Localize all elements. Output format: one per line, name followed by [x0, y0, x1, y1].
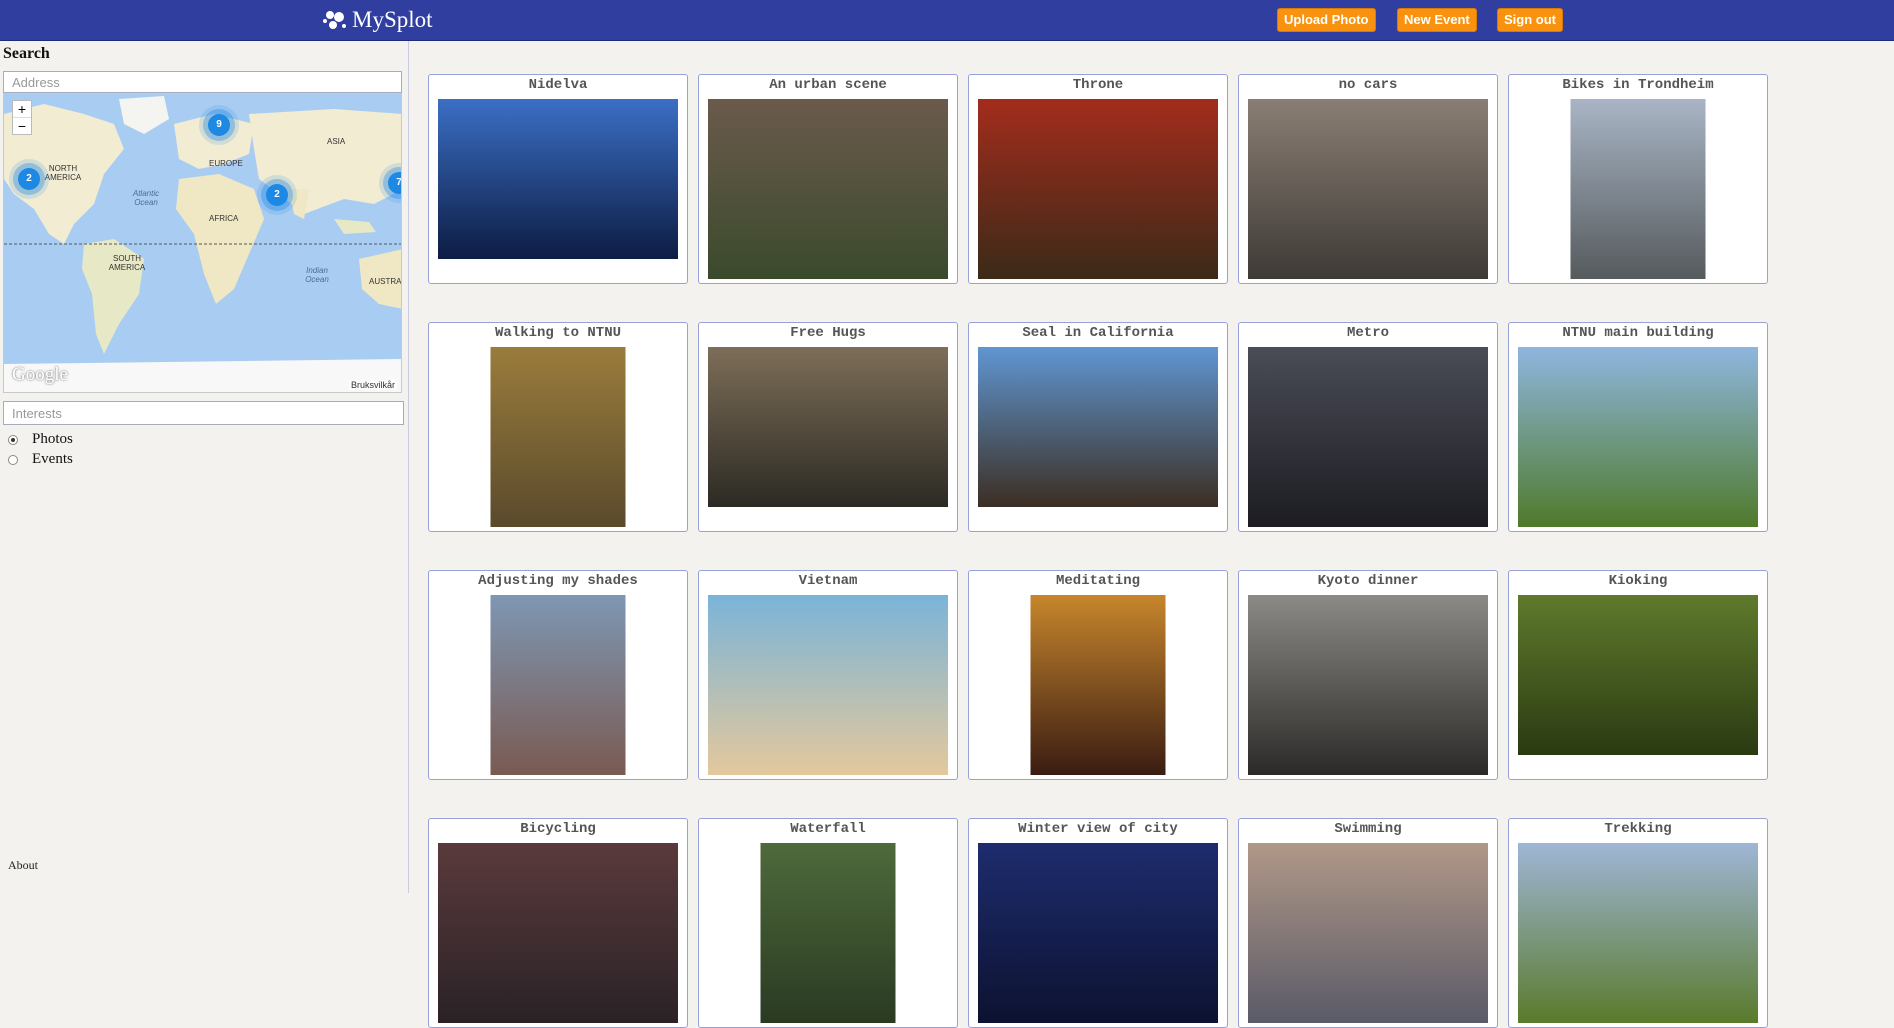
photo-thumbnail[interactable]: [1518, 595, 1758, 755]
brand-logo[interactable]: MySplot: [322, 6, 433, 34]
photo-title: Free Hugs: [790, 325, 866, 341]
photo-card[interactable]: Vietnam: [698, 570, 958, 780]
map-zoom-control: + −: [12, 100, 32, 135]
world-map[interactable]: + − NORTH AMERICA EUROPE ASIA AFRICA SOU…: [3, 93, 402, 393]
photo-thumbnail[interactable]: [490, 595, 626, 775]
label-europe: EUROPE: [209, 159, 243, 168]
photo-thumbnail[interactable]: [1248, 347, 1488, 527]
photo-thumbnail[interactable]: [1518, 347, 1758, 527]
photo-card[interactable]: Kioking: [1508, 570, 1768, 780]
photo-card[interactable]: Free Hugs: [698, 322, 958, 532]
new-event-button[interactable]: New Event: [1397, 8, 1477, 32]
photo-card[interactable]: no cars: [1238, 74, 1498, 284]
photo-title: Kyoto dinner: [1317, 573, 1419, 589]
photo-thumbnail[interactable]: [438, 99, 678, 259]
photo-card[interactable]: Throne: [968, 74, 1228, 284]
address-input[interactable]: [3, 71, 402, 93]
photo-title: Meditating: [1055, 573, 1140, 589]
photo-title: Bicycling: [520, 821, 596, 837]
photo-thumbnail[interactable]: [1248, 595, 1488, 775]
zoom-in-button[interactable]: +: [13, 101, 31, 117]
photo-card[interactable]: Kyoto dinner: [1238, 570, 1498, 780]
map-cluster-marker[interactable]: 9: [208, 114, 230, 136]
photo-thumbnail[interactable]: [1248, 843, 1488, 1023]
interests-input[interactable]: [3, 401, 404, 425]
photo-thumbnail[interactable]: [708, 347, 948, 507]
photo-title: NTNU main building: [1562, 325, 1714, 341]
photo-card[interactable]: NTNU main building: [1508, 322, 1768, 532]
photo-thumbnail[interactable]: [1518, 843, 1758, 1023]
google-logo: Google: [12, 364, 68, 385]
photo-title: Adjusting my shades: [478, 573, 638, 589]
photo-title: Throne: [1072, 77, 1124, 93]
about-link[interactable]: About: [8, 858, 38, 873]
photo-title: Waterfall: [790, 821, 866, 837]
photo-thumbnail[interactable]: [1030, 595, 1166, 775]
photo-title: Kioking: [1608, 573, 1668, 589]
photo-card[interactable]: Waterfall: [698, 818, 958, 1028]
label-asia: ASIA: [327, 137, 346, 146]
search-heading: Search: [3, 45, 50, 62]
photo-card[interactable]: Metro: [1238, 322, 1498, 532]
photo-thumbnail[interactable]: [1248, 99, 1488, 279]
label-africa: AFRICA: [209, 214, 239, 223]
photo-title: Trekking: [1604, 821, 1672, 837]
map-cluster-marker[interactable]: 2: [18, 168, 40, 190]
photo-title: no cars: [1338, 77, 1398, 93]
brand-name: MySplot: [352, 7, 433, 32]
photo-thumbnail[interactable]: [438, 843, 678, 1023]
photo-thumbnail[interactable]: [708, 99, 948, 279]
photo-thumbnail[interactable]: [978, 843, 1218, 1023]
photo-title: Nidelva: [528, 77, 588, 93]
label-indian-ocean: Indian Ocean: [305, 266, 329, 284]
photo-title: An urban scene: [769, 77, 887, 93]
radio-photos[interactable]: Photos: [8, 431, 73, 448]
map-cluster-marker[interactable]: 2: [266, 184, 288, 206]
top-navbar: MySplot Upload Photo New Event Sign out: [0, 0, 1894, 41]
photo-thumbnail[interactable]: [760, 843, 896, 1023]
photo-title: Seal in California: [1022, 325, 1174, 341]
photo-card[interactable]: Winter view of city: [968, 818, 1228, 1028]
photo-card[interactable]: Meditating: [968, 570, 1228, 780]
photo-card[interactable]: Bicycling: [428, 818, 688, 1028]
photo-title: Winter view of city: [1018, 821, 1178, 837]
radio-events[interactable]: Events: [8, 451, 73, 468]
photo-title: Metro: [1346, 325, 1389, 341]
radio-events-button[interactable]: [8, 454, 18, 465]
photo-title: Bikes in Trondheim: [1562, 77, 1714, 93]
sign-out-button[interactable]: Sign out: [1497, 8, 1563, 32]
photo-thumbnail[interactable]: [1570, 99, 1706, 279]
search-sidebar: Search + −: [0, 41, 409, 893]
radio-photos-button[interactable]: [8, 434, 18, 445]
splot-logo-icon: [323, 11, 346, 29]
photo-thumbnail[interactable]: [708, 595, 948, 775]
photo-card[interactable]: Walking to NTNU: [428, 322, 688, 532]
label-atlantic-ocean: Atlantic Ocean: [132, 189, 160, 207]
map-terms-link[interactable]: Bruksvilkår: [348, 380, 397, 390]
photo-card[interactable]: Bikes in Trondheim: [1508, 74, 1768, 284]
photo-title: Vietnam: [798, 573, 858, 589]
photo-card[interactable]: An urban scene: [698, 74, 958, 284]
photo-card[interactable]: Trekking: [1508, 818, 1768, 1028]
upload-photo-button[interactable]: Upload Photo: [1277, 8, 1376, 32]
radio-photos-label: Photos: [32, 431, 73, 447]
radio-events-label: Events: [32, 451, 73, 467]
photo-thumbnail[interactable]: [490, 347, 626, 527]
label-north-america: NORTH AMERICA: [44, 164, 82, 182]
label-south-america: SOUTH AMERICA: [108, 254, 146, 272]
zoom-out-button[interactable]: −: [13, 117, 31, 134]
photo-card[interactable]: Seal in California: [968, 322, 1228, 532]
photo-title: Swimming: [1334, 821, 1402, 837]
photo-card[interactable]: Nidelva: [428, 74, 688, 284]
label-australia: AUSTRA: [369, 277, 402, 286]
photo-title: Walking to NTNU: [494, 325, 622, 341]
photo-grid: Nidelva An urban scene Throne no cars Bikes …: [428, 74, 1768, 1028]
photo-card[interactable]: Swimming: [1238, 818, 1498, 1028]
photo-card[interactable]: Adjusting my shades: [428, 570, 688, 780]
photo-thumbnail[interactable]: [978, 347, 1218, 507]
photo-thumbnail[interactable]: [978, 99, 1218, 279]
